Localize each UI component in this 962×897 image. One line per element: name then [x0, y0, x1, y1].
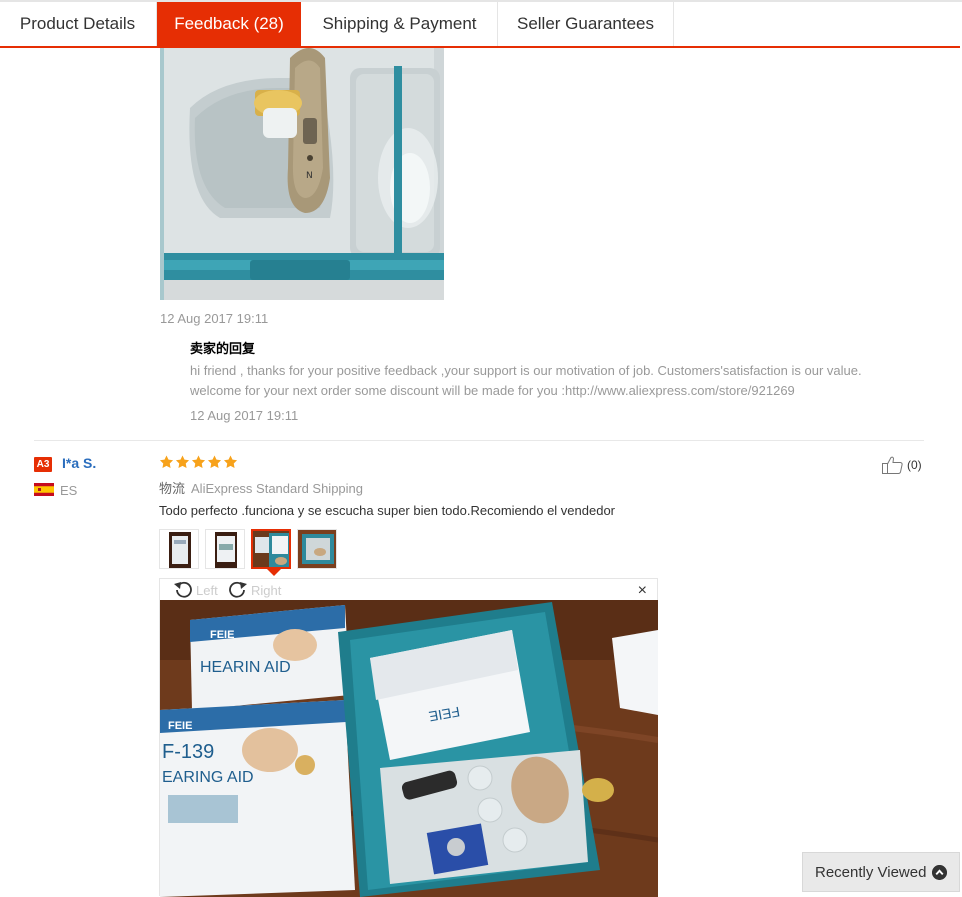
review-thumbnail-selected[interactable] [251, 529, 291, 569]
review-text: Todo perfecto .funciona y se escucha sup… [159, 503, 616, 518]
review-thumbnail[interactable] [205, 529, 245, 569]
tab-product-details[interactable]: Product Details [0, 2, 155, 46]
review-photo[interactable]: N [160, 48, 444, 300]
tab-feedback[interactable]: Feedback (28) [157, 2, 301, 46]
seller-reply-date: 12 Aug 2017 19:11 [190, 408, 299, 423]
review-separator [34, 440, 924, 441]
shipping-info: 物流 AliExpress Standard Shipping [159, 478, 363, 497]
review-photo-large[interactable]: FEIE HEARIN AID FEIE F-139 EARING AID FE… [160, 600, 658, 897]
reviewer-name: I*a S. [62, 455, 97, 471]
shipping-method: AliExpress Standard Shipping [191, 481, 364, 496]
recently-viewed-label: Recently Viewed [815, 863, 927, 881]
rotate-right-button[interactable]: Right [227, 579, 281, 601]
spain-flag-icon [34, 483, 54, 496]
helpful-count: (0) [907, 458, 922, 472]
star-icon [223, 455, 238, 468]
svg-text:EARING AID: EARING AID [162, 769, 254, 786]
review-thumbnail[interactable] [297, 529, 337, 569]
svg-text:F-139: F-139 [162, 741, 214, 763]
thumbs-up-icon [882, 456, 903, 474]
image-viewer: Left Right × FEIE HEARIN AID FEIE F-139 … [159, 578, 658, 897]
buyer-level-badge: A3 [34, 457, 52, 472]
tab-divider [673, 2, 674, 46]
helpful-button[interactable]: (0) [881, 455, 922, 475]
tab-bar-underline [0, 46, 960, 48]
svg-text:FEIE: FEIE [210, 629, 234, 641]
tab-seller-guarantees[interactable]: Seller Guarantees [498, 2, 673, 46]
review-thumbnail[interactable] [159, 529, 199, 569]
rotate-right-label: Right [251, 582, 282, 598]
star-icon [207, 455, 222, 468]
chevron-up-icon [932, 865, 947, 880]
svg-text:N: N [306, 171, 313, 181]
star-rating [159, 454, 238, 472]
reviewer-country: ES [60, 483, 78, 498]
star-icon [175, 455, 190, 468]
selected-thumbnail-pointer [267, 569, 281, 576]
recently-viewed-button[interactable]: Recently Viewed [802, 852, 960, 892]
svg-text:FEIE: FEIE [168, 720, 192, 732]
svg-text:HEARIN AID: HEARIN AID [200, 659, 291, 676]
shipping-label: 物流 [159, 482, 186, 497]
rotate-left-label: Left [196, 582, 218, 598]
rotate-right-icon [229, 581, 247, 598]
review-thumbnails [159, 529, 337, 569]
tab-shipping-payment[interactable]: Shipping & Payment [302, 2, 497, 46]
review-date: 12 Aug 2017 19:11 [160, 311, 269, 326]
tab-bar: Product Details Feedback (28) Shipping &… [0, 0, 962, 48]
star-icon [191, 455, 206, 468]
rotate-left-button[interactable]: Left [172, 579, 218, 601]
seller-reply-text: hi friend , thanks for your positive fee… [190, 363, 862, 398]
close-viewer-button[interactable]: × [638, 582, 647, 600]
rotate-left-icon [174, 581, 192, 598]
seller-reply-title: 卖家的回复 [190, 342, 256, 357]
star-icon [159, 455, 174, 468]
